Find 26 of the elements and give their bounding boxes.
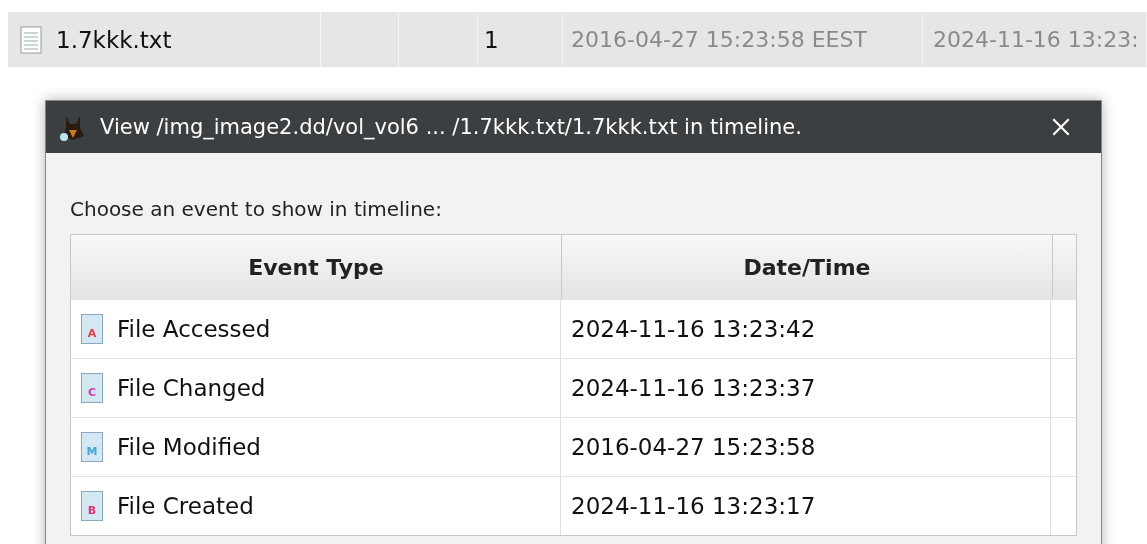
column-header[interactable]: Event Type (71, 235, 562, 299)
table-cell: 1 (484, 26, 499, 53)
event-time: 2024-11-16 13:23:17 (571, 493, 816, 519)
table-cell: 2024-11-16 13:23: (933, 27, 1139, 52)
event-type: File Changed (117, 375, 266, 401)
event-time: 2024-11-16 13:23:37 (571, 375, 816, 401)
document-icon (20, 25, 42, 54)
event-file-icon: B (81, 491, 103, 521)
event-type: File Modified (117, 434, 261, 460)
close-icon (1050, 116, 1072, 138)
table-row[interactable]: C File Changed 2024-11-16 13:23:37 (71, 358, 1076, 417)
column-header[interactable]: Date/Time (562, 235, 1053, 299)
event-file-icon: M (81, 432, 103, 462)
event-type: File Created (117, 493, 254, 519)
file-name: 1.7kkk.txt (56, 26, 172, 53)
table-row[interactable]: M File Modified 2016-04-27 15:23:58 (71, 417, 1076, 476)
event-file-icon: C (81, 373, 103, 403)
prompt-text: Choose an event to show in timeline: (70, 197, 443, 221)
event-type: File Accessed (117, 316, 271, 342)
table-row[interactable]: B File Created 2024-11-16 13:23:17 (71, 476, 1076, 535)
table-row[interactable]: A File Accessed 2024-11-16 13:23:42 (71, 299, 1076, 358)
event-time: 2024-11-16 13:23:42 (571, 316, 816, 342)
table-cell: 2016-04-27 15:23:58 EEST (571, 27, 867, 52)
window-title: View /img_image2.dd/vol_vol6 ... /1.7kkk.txt/1.7kkk.txt in timeline. (100, 115, 803, 139)
event-file-icon: A (81, 314, 103, 344)
event-time: 2016-04-27 15:23:58 (571, 434, 816, 460)
